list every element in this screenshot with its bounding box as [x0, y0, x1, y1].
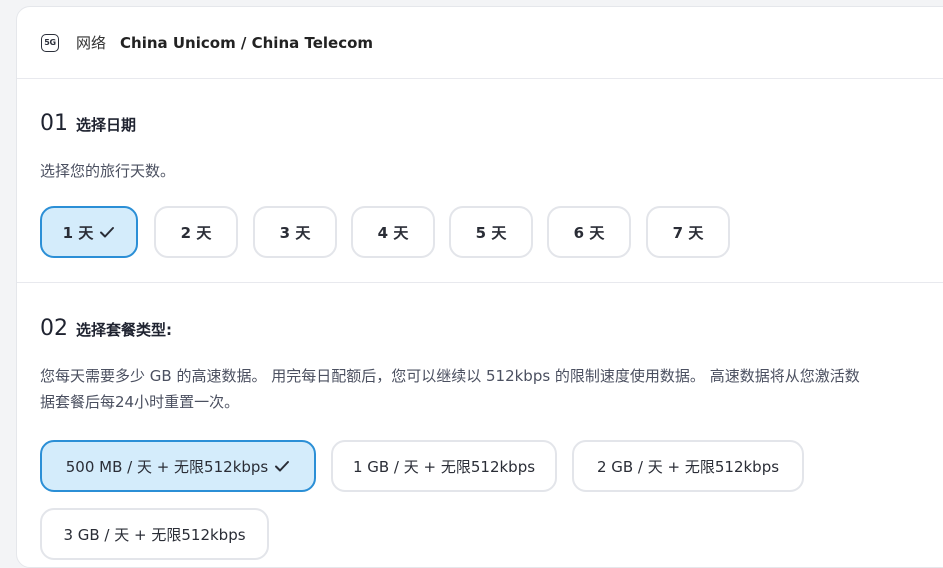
plan-option-label: 500 MB / 天 + 无限512kbps [65, 457, 269, 476]
5g-icon: 5G [41, 33, 59, 52]
plan-option-1gb[interactable]: 1 GB / 天 + 无限512kbps [331, 440, 557, 492]
day-option-label: 4 天 [377, 223, 409, 242]
day-option-1[interactable]: 1 天 [40, 206, 138, 258]
plan-option-500mb[interactable]: 500 MB / 天 + 无限512kbps [40, 440, 316, 492]
day-option-3[interactable]: 3 天 [253, 206, 337, 258]
day-option-4[interactable]: 4 天 [351, 206, 435, 258]
day-option-label: 7 天 [672, 223, 704, 242]
plan-option-label: 3 GB / 天 + 无限512kbps [63, 525, 246, 544]
plan-section-description: 您每天需要多少 GB 的高速数据。 用完每日配额后，您可以继续以 512kbps… [40, 363, 940, 415]
plan-option-label: 1 GB / 天 + 无限512kbps [352, 457, 536, 476]
plan-section-title: 02 选择套餐类型: [40, 316, 172, 341]
plan-option-2gb[interactable]: 2 GB / 天 + 无限512kbps [572, 440, 804, 492]
plan-option-label: 2 GB / 天 + 无限512kbps [596, 457, 780, 476]
plan-card: 5G 网络 China Unicom / China Telecom 01 选择… [16, 6, 943, 568]
network-value: China Unicom / China Telecom [120, 33, 374, 52]
day-option-7[interactable]: 7 天 [646, 206, 730, 258]
section-title: 选择套餐类型: [76, 321, 172, 339]
day-option-label: 5 天 [475, 223, 507, 242]
section-number: 02 [40, 316, 68, 341]
description-line: 您每天需要多少 GB 的高速数据。 用完每日配额后，您可以继续以 512kbps… [40, 367, 860, 385]
day-option-label: 2 天 [180, 223, 212, 242]
section-number: 01 [40, 111, 68, 136]
section-title: 选择日期 [76, 116, 137, 134]
day-option-label: 1 天 [62, 223, 94, 242]
check-icon [275, 461, 290, 472]
day-option-5[interactable]: 5 天 [449, 206, 533, 258]
date-section-description: 选择您的旅行天数。 [40, 162, 176, 180]
date-section-title: 01 选择日期 [40, 111, 136, 136]
day-option-label: 3 天 [279, 223, 311, 242]
plan-option-3gb[interactable]: 3 GB / 天 + 无限512kbps [40, 508, 269, 560]
network-label: 网络 [76, 34, 107, 52]
day-option-label: 6 天 [573, 223, 605, 242]
check-icon [100, 227, 115, 238]
description-line: 据套餐后每24小时重置一次。 [40, 393, 240, 411]
network-row: 5G 网络 China Unicom / China Telecom [17, 7, 943, 79]
day-option-2[interactable]: 2 天 [154, 206, 238, 258]
date-section: 01 选择日期 选择您的旅行天数。 1 天 2 天 3 天 4 天 5 天 6 … [17, 79, 943, 283]
day-option-6[interactable]: 6 天 [547, 206, 631, 258]
